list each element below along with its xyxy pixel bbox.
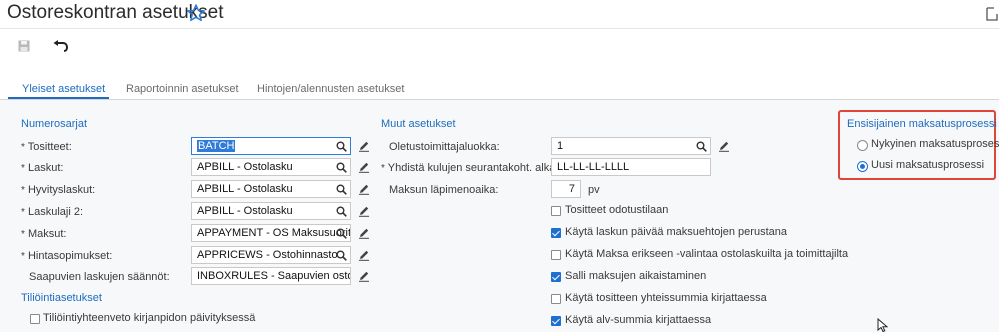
tiliointiyhteenveto-checkbox[interactable] <box>30 314 40 324</box>
edit-pencil-icon[interactable] <box>358 270 370 282</box>
yhteissummat-checkbox[interactable] <box>551 294 561 304</box>
search-icon[interactable] <box>696 141 707 152</box>
maksatusprosessi-heading: Ensisijainen maksatusprosessi <box>847 118 997 130</box>
search-icon[interactable] <box>336 162 347 173</box>
edit-pencil-icon[interactable] <box>358 227 370 239</box>
search-icon[interactable] <box>336 141 347 152</box>
tositteet-odotustilaan-label: Tositteet odotustilaan <box>565 204 669 216</box>
hyvityslaskut-label: * Hyvityslaskut: <box>21 184 96 196</box>
header-divider <box>0 28 999 29</box>
maksut-field[interactable]: APPAYMENT - OS Maksusuoritu <box>191 224 351 242</box>
alv-summat-label: Käytä alv-summia kirjattaessa <box>565 314 712 326</box>
search-icon[interactable] <box>336 184 347 195</box>
oletustoimittajaluokka-label: Oletustoimittajaluokka: <box>389 141 500 153</box>
nykyinen-maksatusprosessi-label: Nykyinen maksatusprosessi <box>871 138 999 150</box>
tositteet-label: * Tositteet: <box>21 141 72 153</box>
uusi-maksatusprosessi-label: Uusi maksatusprosessi <box>871 159 985 171</box>
nykyinen-maksatusprosessi-radio[interactable] <box>857 140 868 151</box>
external-link-icon[interactable] <box>986 6 999 22</box>
favorite-star-icon[interactable] <box>186 3 206 23</box>
saapuvien-saannot-label: Saapuvien laskujen säännöt: <box>29 271 170 283</box>
edit-pencil-icon[interactable] <box>358 140 370 152</box>
undo-icon[interactable] <box>53 40 69 52</box>
laskulaji2-label: * Laskulaji 2: <box>21 206 84 218</box>
uusi-maksatusprosessi-radio[interactable] <box>857 161 868 172</box>
edit-pencil-icon[interactable] <box>358 249 370 261</box>
hyvityslaskut-field[interactable]: APBILL - Ostolasku <box>191 180 351 198</box>
maksut-label: * Maksut: <box>21 228 67 240</box>
alv-summat-checkbox[interactable] <box>551 316 561 326</box>
search-icon[interactable] <box>336 250 347 261</box>
search-icon[interactable] <box>336 206 347 217</box>
lapimenoaika-unit: pv <box>588 184 600 196</box>
laskut-field[interactable]: APBILL - Ostolasku <box>191 158 351 176</box>
mouse-cursor-icon <box>877 318 889 332</box>
kulujen-seuranta-field[interactable]: LL-LL-LL-LLLL <box>551 158 711 176</box>
maksun-lapimenoaika-field[interactable]: 7 <box>551 180 581 198</box>
edit-pencil-icon[interactable] <box>358 205 370 217</box>
laskulaji2-field[interactable]: APBILL - Ostolasku <box>191 202 351 220</box>
laskun-paiva-checkbox[interactable] <box>551 228 561 238</box>
yhteissummat-label: Käytä tositteen yhteissummia kirjattaess… <box>565 292 767 304</box>
hintasopimukset-field[interactable]: APPRICEWS - Ostohinnasto <box>191 246 351 264</box>
maksujen-aikaistaminen-checkbox[interactable] <box>551 272 561 282</box>
edit-pencil-icon[interactable] <box>358 161 370 173</box>
oletustoimittajaluokka-field[interactable]: 1 <box>551 137 711 155</box>
hintasopimukset-label: * Hintasopimukset: <box>21 250 113 262</box>
tositteet-odotustilaan-checkbox[interactable] <box>551 206 561 216</box>
tositteet-field[interactable]: BATCH <box>191 137 351 155</box>
save-icon[interactable] <box>18 40 30 52</box>
maksujen-aikaistaminen-label: Salli maksujen aikaistaminen <box>565 270 707 282</box>
tab-hintojen-alennusten-asetukset[interactable]: Hintojen/alennusten asetukset <box>257 83 404 95</box>
numerosarjat-heading: Numerosarjat <box>21 118 88 130</box>
muut-asetukset-heading: Muut asetukset <box>381 118 456 130</box>
search-icon[interactable] <box>336 228 347 239</box>
tab-raportoinnin-asetukset[interactable]: Raportoinnin asetukset <box>126 83 239 95</box>
tab-yleiset-asetukset[interactable]: Yleiset asetukset <box>22 83 105 95</box>
edit-pencil-icon[interactable] <box>718 140 730 152</box>
laskut-label: * Laskut: <box>21 162 64 174</box>
maksun-lapimenoaika-label: Maksun läpimenoaika: <box>389 184 499 196</box>
maksa-erikseen-checkbox[interactable] <box>551 250 561 260</box>
edit-pencil-icon[interactable] <box>358 183 370 195</box>
maksa-erikseen-label: Käytä Maksa erikseen -valintaa ostolasku… <box>565 248 849 260</box>
tiliointiyhteenveto-label: Tiliöintiyhteenveto kirjanpidon päivityk… <box>43 312 256 324</box>
laskun-paiva-label: Käytä laskun päivää maksuehtojen perusta… <box>565 226 787 238</box>
saapuvien-saannot-field[interactable]: INBOXRULES - Saapuvien osto <box>191 267 351 285</box>
kulujen-seuranta-label: * Yhdistä kulujen seurantakoht. alkaen: <box>381 162 571 174</box>
tiliointi-heading: Tiliöintiasetukset <box>21 292 102 304</box>
